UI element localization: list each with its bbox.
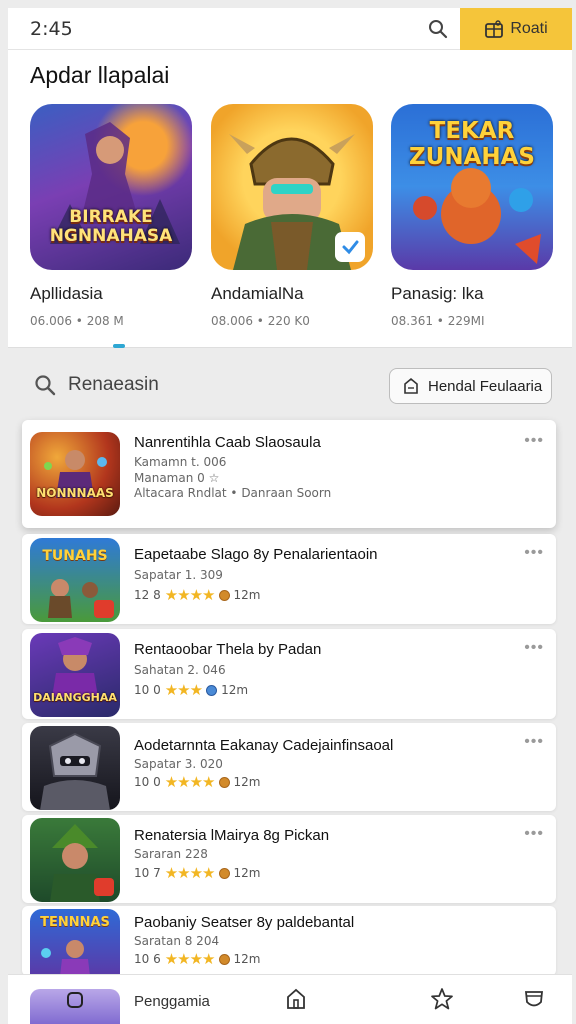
- rating-value: 10 0: [134, 683, 161, 697]
- search-row: Renaeasin Hendal Feulaaria: [8, 360, 572, 414]
- size-value: 12m: [233, 952, 261, 966]
- featured-app-2[interactable]: AndamialNa 08.006 • 220 K0: [211, 104, 373, 328]
- featured-app-name: Apllidasia: [30, 284, 103, 303]
- list-item[interactable]: NONNNAAS Nanrentihla Caab Slaosaula Kama…: [22, 420, 556, 528]
- list-item[interactable]: TENNNAS Paobaniy Seatser 8y paldebantal …: [22, 906, 556, 976]
- featured-app-meta: 08.361 • 229MI: [391, 314, 485, 328]
- list-item[interactable]: Renatersia lMairya 8g Pickan Sararan 228…: [22, 815, 556, 903]
- list-item-detail: Altacara Rndlat • Danraan Soorn: [134, 486, 332, 500]
- bag-icon: [404, 377, 418, 394]
- star-rating-icon: ★★★★: [164, 864, 216, 882]
- star-rating-icon: ★★★★: [164, 586, 216, 604]
- more-icon[interactable]: •••: [524, 639, 544, 657]
- home-icon[interactable]: [284, 987, 308, 1011]
- featured-section: Apdar llapalai BIRRAKE NGNNAHASA Apllida…: [8, 50, 572, 348]
- rating-value: 10 7: [134, 866, 161, 880]
- featured-app-meta: 08.006 • 220 K0: [211, 314, 310, 328]
- list-item-title: Aodetarnnta Eakanay Cadejainfinsaoal: [134, 737, 394, 754]
- coin-icon: [218, 953, 230, 965]
- featured-app-1[interactable]: BIRRAKE NGNNAHASA Apllidasia 06.006 • 20…: [30, 104, 192, 328]
- app-icon: [30, 726, 120, 810]
- size-value: 12m: [233, 866, 261, 880]
- featured-app-name: AndamialNa: [211, 284, 304, 303]
- app-icon: DAIANGGHAA: [30, 633, 120, 717]
- bottom-nav: Penggamia: [8, 974, 572, 1024]
- filter-label: Hendal Feulaaria: [428, 377, 543, 395]
- list-item-rating: 12 8 ★★★★ 12m: [134, 586, 260, 604]
- top-bar: 2:45 Roati: [8, 8, 572, 50]
- home-tab-icon: [67, 992, 83, 1008]
- star-rating-icon: ★★★★: [164, 773, 216, 791]
- list-item-rating: 10 6 ★★★★ 12m: [134, 950, 260, 968]
- list-item-title: Paobaniy Seatser 8y paldebantal: [134, 914, 355, 931]
- list-item[interactable]: DAIANGGHAA Rentaoobar Thela by Padan Sah…: [22, 629, 556, 719]
- list-item-subtitle: Sapatar 3. 020: [134, 757, 223, 771]
- rewards-label: Roati: [510, 20, 548, 37]
- search-icon: [35, 375, 56, 396]
- app-artwork: TEKAR ZUNAHAS: [391, 104, 553, 270]
- gift-icon: [485, 20, 504, 38]
- app-art-text: TEKAR ZUNAHAS: [408, 118, 536, 170]
- list-item-rating: 10 7 ★★★★ 12m: [134, 864, 260, 882]
- rating-value: 10 6: [134, 952, 161, 966]
- carousel-indicator: [113, 344, 125, 348]
- list-item-subtitle: Sararan 228: [134, 847, 208, 861]
- app-icon: NONNNAAS: [30, 432, 120, 516]
- list-item[interactable]: Aodetarnnta Eakanay Cadejainfinsaoal Sap…: [22, 723, 556, 811]
- list-item-subtitle: Saratan 8 204: [134, 934, 220, 948]
- shield-icon[interactable]: [522, 987, 546, 1011]
- more-icon[interactable]: •••: [524, 432, 544, 450]
- list-item-title: Rentaoobar Thela by Padan: [134, 641, 322, 658]
- list-item-rating: 10 0 ★★★★ 12m: [134, 773, 260, 791]
- app-art-text: NONNNAAS: [36, 486, 114, 500]
- size-value: 12m: [221, 683, 249, 697]
- coin-icon: [206, 684, 218, 696]
- app-icon: [30, 818, 120, 902]
- more-icon[interactable]: •••: [524, 825, 544, 843]
- app-artwork: BIRRAKE NGNNAHASA: [30, 104, 192, 270]
- app-icon: TENNNAS: [30, 909, 120, 976]
- featured-app-3[interactable]: TEKAR ZUNAHAS Panasig: lka 08.361 • 229M…: [391, 104, 553, 328]
- list-item-subtitle: Sahatan 2. 046: [134, 663, 226, 677]
- coin-icon: [218, 589, 230, 601]
- verified-badge: [335, 232, 365, 262]
- list-item-subtitle: Kamamn t. 006: [134, 455, 227, 469]
- star-rating-icon: ★★★: [164, 681, 203, 699]
- star-rating-icon: ★★★★: [164, 950, 216, 968]
- app-art-text: BIRRAKE NGNNAHASA: [49, 207, 173, 246]
- rating-value: 12 8: [134, 588, 161, 602]
- app-icon: TUNAHS: [30, 538, 120, 622]
- coin-icon: [218, 776, 230, 788]
- status-time: 2:45: [30, 17, 73, 40]
- size-value: 12m: [233, 775, 261, 789]
- size-value: 12m: [233, 588, 261, 602]
- check-icon: [342, 240, 359, 255]
- more-icon[interactable]: •••: [524, 733, 544, 751]
- list-item-rating: 10 0 ★★★ 12m: [134, 681, 248, 699]
- rewards-button[interactable]: Roati: [460, 8, 572, 50]
- app-art-text: DAIANGGHAA: [33, 691, 117, 704]
- filter-button[interactable]: Hendal Feulaaria: [389, 368, 552, 404]
- list-item-title: Renatersia lMairya 8g Pickan: [134, 827, 330, 844]
- rating-value: 10 0: [134, 775, 161, 789]
- star-icon[interactable]: [430, 987, 454, 1011]
- featured-app-meta: 06.006 • 208 M: [30, 314, 124, 328]
- coin-icon: [218, 867, 230, 879]
- featured-title: Apdar llapalai: [30, 62, 170, 88]
- featured-app-name: Panasig: lka: [391, 284, 484, 303]
- search-icon: [429, 20, 448, 39]
- more-icon[interactable]: •••: [524, 544, 544, 562]
- list-item-subtitle: Sapatar 1. 309: [134, 568, 223, 582]
- list-item-title: Eapetaabe Slago 8y Penalarientaoin: [134, 546, 378, 563]
- list-item-title: Nanrentihla Caab Slaosaula: [134, 434, 321, 451]
- nav-label[interactable]: Penggamia: [134, 993, 210, 1010]
- list-item-subtitle: Manaman 0 ☆: [134, 471, 220, 485]
- search-button[interactable]: [426, 17, 450, 41]
- app-artwork: [211, 104, 373, 270]
- nav-app-thumbnail[interactable]: [30, 989, 120, 1024]
- search-label[interactable]: Renaeasin: [68, 374, 159, 396]
- list-item[interactable]: TUNAHS Eapetaabe Slago 8y Penalarientaoi…: [22, 534, 556, 624]
